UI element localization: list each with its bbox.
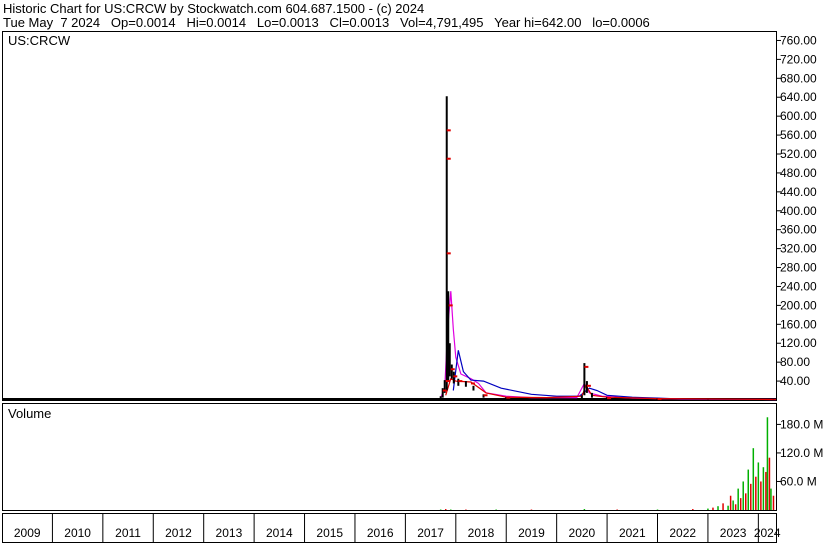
x-axis-year-label: 2021 bbox=[619, 526, 646, 540]
price-y-tick-label: 440.00 bbox=[780, 185, 817, 199]
x-axis-year-label: 2018 bbox=[468, 526, 495, 540]
price-y-tick-label: 720.00 bbox=[780, 52, 817, 66]
price-y-tick-label: 160.00 bbox=[780, 317, 817, 331]
x-axis-year-label: 2016 bbox=[367, 526, 394, 540]
price-y-tick-label: 240.00 bbox=[780, 279, 817, 293]
x-axis-year-label: 2009 bbox=[14, 526, 41, 540]
volume-y-tick-label: 60.0 M bbox=[780, 474, 817, 488]
price-y-tick-label: 480.00 bbox=[780, 166, 817, 180]
x-axis-year-label: 2014 bbox=[266, 526, 293, 540]
x-axis-year-label: 2023 bbox=[720, 526, 747, 540]
price-y-tick-label: 640.00 bbox=[780, 90, 817, 104]
moving-average-line-1 bbox=[452, 350, 777, 401]
price-y-tick-label: 600.00 bbox=[780, 109, 817, 123]
volume-y-tick-label: 120.0 M bbox=[780, 446, 823, 460]
price-y-tick-label: 80.00 bbox=[780, 355, 810, 369]
x-axis-year-label: 2020 bbox=[569, 526, 596, 540]
x-axis-year-label: 2022 bbox=[669, 526, 696, 540]
x-axis-year-label: 2017 bbox=[417, 526, 444, 540]
x-axis-year-label: 2012 bbox=[165, 526, 192, 540]
volume-y-tick-label: 180.0 M bbox=[780, 417, 823, 431]
x-axis-year-label: 2013 bbox=[216, 526, 243, 540]
price-y-tick-label: 40.00 bbox=[780, 374, 810, 388]
price-y-tick-label: 400.00 bbox=[780, 204, 817, 218]
volume-panel-title: Volume bbox=[8, 406, 51, 421]
price-y-tick-label: 120.00 bbox=[780, 336, 817, 350]
x-axis-year-label: 2024 bbox=[754, 526, 781, 540]
price-y-tick-label: 360.00 bbox=[780, 223, 817, 237]
price-y-tick-label: 680.00 bbox=[780, 71, 817, 85]
stock-chart: US:CRCW Volume 40.00 80.00 120.00 160.00 200.0… bbox=[2, 31, 823, 543]
volume-panel-frame bbox=[2, 403, 777, 511]
x-axis-year-label: 2010 bbox=[64, 526, 91, 540]
price-panel-title: US:CRCW bbox=[8, 33, 71, 48]
price-y-tick-label: 560.00 bbox=[780, 128, 817, 142]
price-y-tick-label: 760.00 bbox=[780, 33, 817, 47]
price-y-tick-label: 320.00 bbox=[780, 242, 817, 256]
x-axis-year-label: 2019 bbox=[518, 526, 545, 540]
moving-average-line-0 bbox=[440, 291, 777, 401]
x-axis-year-label: 2015 bbox=[316, 526, 343, 540]
price-panel-frame bbox=[2, 31, 777, 401]
price-y-tick-label: 200.00 bbox=[780, 298, 817, 312]
price-y-tick-label: 280.00 bbox=[780, 261, 817, 275]
x-axis-year-label: 2011 bbox=[115, 526, 141, 540]
price-y-tick-label: 520.00 bbox=[780, 147, 817, 161]
